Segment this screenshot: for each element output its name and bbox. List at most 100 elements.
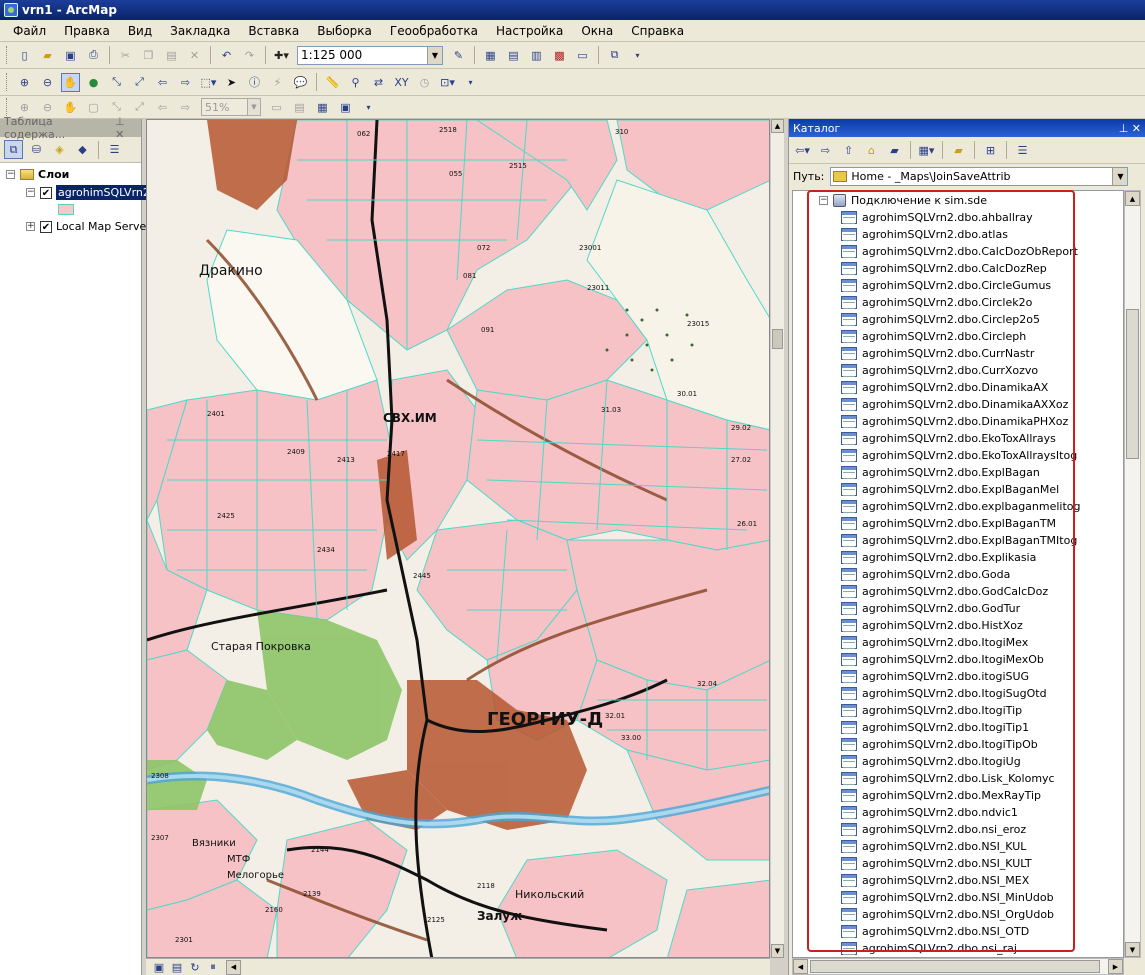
catalog-tree[interactable]: − Подключение к sim.sde agrohimSQLVrn2.d… [792, 190, 1124, 958]
scroll-up-icon[interactable]: ▲ [1125, 191, 1140, 206]
catalog-table-item[interactable]: agrohimSQLVrn2.dbo.EkoToxAllrays [841, 430, 1056, 447]
menu-windows[interactable]: Окна [572, 22, 622, 40]
select-features-icon[interactable]: ⬚▾ [199, 73, 218, 92]
catalog-table-item[interactable]: agrohimSQLVrn2.dbo.MexRayTip [841, 787, 1041, 804]
up-one-level-icon[interactable]: ⇧ [839, 141, 858, 160]
copy-icon[interactable]: ❐ [139, 46, 158, 65]
layer-symbol-swatch[interactable] [58, 204, 74, 215]
menu-view[interactable]: Вид [119, 22, 161, 40]
map-canvas[interactable]: Дракино СВХ.ИМ ГЕОРГИУ-Д Старая Покровка… [147, 120, 770, 958]
catalog-table-item[interactable]: agrohimSQLVrn2.dbo.ItogiUg [841, 753, 1021, 770]
change-layout-icon[interactable]: ▦ [313, 98, 332, 117]
toolbar-grip[interactable] [6, 46, 9, 64]
model-builder-icon[interactable]: ⧉ [605, 46, 624, 65]
catalog-table-item[interactable]: agrohimSQLVrn2.dbo.explbaganmelitog [841, 498, 1081, 515]
collapse-icon[interactable]: − [6, 170, 15, 179]
collapse-icon[interactable]: − [819, 196, 828, 205]
catalog-table-item[interactable]: agrohimSQLVrn2.dbo.ItogiTip [841, 702, 1022, 719]
menu-customize[interactable]: Настройка [487, 22, 572, 40]
html-popup-icon[interactable]: 💬 [291, 73, 310, 92]
catalog-table-item[interactable]: agrohimSQLVrn2.dbo.GodCalcDoz [841, 583, 1048, 600]
catalog-table-item[interactable]: agrohimSQLVrn2.dbo.NSI_KUL [841, 838, 1026, 855]
hyperlink-icon[interactable]: ⚡ [268, 73, 287, 92]
catalog-table-item[interactable]: agrohimSQLVrn2.dbo.ndvic1 [841, 804, 1018, 821]
go-to-xy-icon[interactable]: XY [392, 73, 411, 92]
pin-close-icon[interactable]: ⊥ ✕ [115, 115, 137, 141]
measure-icon[interactable]: 📏 [323, 73, 342, 92]
catalog-table-item[interactable]: agrohimSQLVrn2.dbo.DinamikaPHXoz [841, 413, 1068, 430]
catalog-table-item[interactable]: agrohimSQLVrn2.dbo.DinamikaAXXoz [841, 396, 1068, 413]
new-folder-icon[interactable]: ▰ [949, 141, 968, 160]
zoom-whole-page-icon[interactable]: ▢ [84, 98, 103, 117]
pin-close-icon[interactable]: ⊥ ✕ [1119, 122, 1141, 135]
toggle-draft-mode-icon[interactable]: ▭ [267, 98, 286, 117]
collapse-icon[interactable]: − [26, 188, 35, 197]
chevron-down-icon[interactable]: ▼ [1112, 167, 1128, 185]
list-by-drawing-order-icon[interactable]: ⧉ [4, 140, 23, 159]
select-elements-arrow-icon[interactable]: ➤ [222, 73, 241, 92]
catalog-table-item[interactable]: agrohimSQLVrn2.dbo.HistXoz [841, 617, 1023, 634]
menu-file[interactable]: Файл [4, 22, 55, 40]
print-icon[interactable]: ⎙ [84, 46, 103, 65]
catalog-table-item[interactable]: agrohimSQLVrn2.dbo.DinamikaAX [841, 379, 1048, 396]
scroll-up-icon[interactable]: ▲ [771, 119, 784, 133]
create-viewer-window-icon[interactable]: ⊡▾ [438, 73, 457, 92]
go-forward-arrow-icon[interactable]: ⇨ [176, 73, 195, 92]
identify-icon[interactable]: ⓘ [245, 73, 264, 92]
layer-visibility-checkbox[interactable]: ✔ [40, 186, 52, 199]
scroll-thumb[interactable] [772, 329, 783, 349]
layout-fixed-zoom-in-icon[interactable]: ⤡ [107, 98, 126, 117]
menu-edit[interactable]: Правка [55, 22, 119, 40]
catalog-table-item[interactable]: agrohimSQLVrn2.dbo.nsi_eroz [841, 821, 1026, 838]
toc-layer-agrohim[interactable]: − ✔ agrohimSQLVrn2 [26, 185, 152, 200]
toolbar-options-icon[interactable]: ▾ [628, 46, 647, 65]
delete-icon[interactable]: ✕ [185, 46, 204, 65]
pause-drawing-icon[interactable]: ⏸ [206, 960, 220, 974]
data-driven-pages-icon[interactable]: ▣ [336, 98, 355, 117]
refresh-icon[interactable]: ↻ [188, 960, 202, 974]
undo-icon[interactable]: ↶ [217, 46, 236, 65]
catalog-table-item[interactable]: agrohimSQLVrn2.dbo.ExplBaganTMItog [841, 532, 1077, 549]
focus-data-frame-icon[interactable]: ▤ [290, 98, 309, 117]
scroll-right-icon[interactable]: ▶ [1108, 959, 1123, 974]
paste-icon[interactable]: ▤ [162, 46, 181, 65]
menu-help[interactable]: Справка [622, 22, 693, 40]
layer-visibility-checkbox[interactable]: ✔ [40, 220, 52, 233]
catalog-table-item[interactable]: agrohimSQLVrn2.dbo.CalcDozObReport [841, 243, 1078, 260]
toolbar-options-icon[interactable]: ▾ [461, 73, 480, 92]
menu-selection[interactable]: Выборка [308, 22, 381, 40]
catalog-table-item[interactable]: agrohimSQLVrn2.dbo.ItogiMex [841, 634, 1028, 651]
map-scale-combobox[interactable]: 1:125 000 ▼ [297, 45, 443, 65]
forward-arrow-icon[interactable]: ⇨ [816, 141, 835, 160]
catalog-table-item[interactable]: agrohimSQLVrn2.dbo.GodTur [841, 600, 1020, 617]
chevron-down-icon[interactable]: ▼ [247, 99, 260, 115]
catalog-table-item[interactable]: agrohimSQLVrn2.dbo.nsi_raj [841, 940, 1017, 957]
editor-toolbar-icon[interactable]: ✎ [449, 46, 468, 65]
open-folder-icon[interactable]: ▰ [38, 46, 57, 65]
catalog-table-item[interactable]: agrohimSQLVrn2.dbo.ExplBaganTM [841, 515, 1056, 532]
data-view-icon[interactable]: ▣ [152, 960, 166, 974]
zoom-out-icon[interactable]: ⊖ [38, 73, 57, 92]
layout-zoom-in-icon[interactable]: ⊕ [15, 98, 34, 117]
scroll-down-icon[interactable]: ▼ [771, 944, 784, 958]
catalog-table-item[interactable]: agrohimSQLVrn2.dbo.ahballray [841, 209, 1033, 226]
catalog-table-item[interactable]: agrohimSQLVrn2.dbo.atlas [841, 226, 1008, 243]
catalog-table-item[interactable]: agrohimSQLVrn2.dbo.ExplBaganMel [841, 481, 1059, 498]
arctoolbox-icon[interactable]: ▩ [550, 46, 569, 65]
map-view[interactable]: Дракино СВХ.ИМ ГЕОРГИУ-Д Старая Покровка… [146, 119, 770, 958]
chevron-down-icon[interactable]: ▼ [427, 46, 442, 64]
menu-geoprocessing[interactable]: Геообработка [381, 22, 487, 40]
back-arrow-icon[interactable]: ⇦▾ [793, 141, 812, 160]
layout-zoom-percent[interactable]: 51% ▼ [201, 98, 261, 116]
layout-zoom-out-icon[interactable]: ⊖ [38, 98, 57, 117]
list-by-source-icon[interactable]: ⛁ [27, 140, 46, 159]
toc-options-icon[interactable]: ☰ [105, 140, 124, 159]
layout-pan-icon[interactable]: ✋ [61, 98, 80, 117]
home-icon[interactable]: ⌂ [862, 141, 881, 160]
map-vertical-scrollbar[interactable]: ▲ ▼ [770, 119, 784, 958]
toc-root-layers[interactable]: − Слои [6, 168, 69, 181]
catalog-table-item[interactable]: agrohimSQLVrn2.dbo.EkoToxAllraysItog [841, 447, 1077, 464]
catalog-table-item[interactable]: agrohimSQLVrn2.dbo.ItogiTip1 [841, 719, 1029, 736]
sde-connection-node[interactable]: − Подключение к sim.sde [819, 192, 987, 209]
add-data-icon[interactable]: ✚▾ [272, 46, 291, 65]
